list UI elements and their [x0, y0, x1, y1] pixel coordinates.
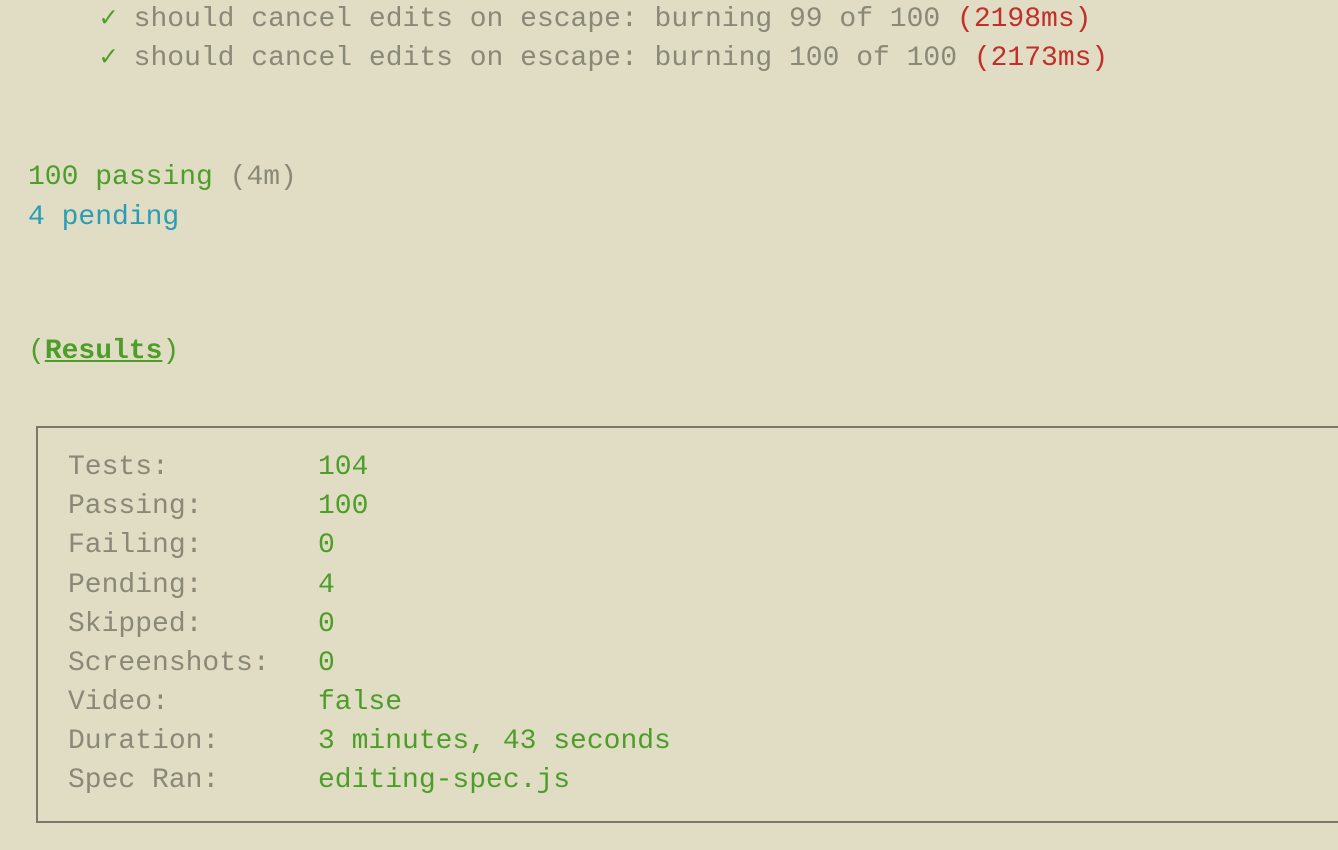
result-value: 0: [318, 526, 335, 565]
result-label: Video:: [68, 683, 318, 722]
result-value: 104: [318, 448, 368, 487]
result-label: Passing:: [68, 487, 318, 526]
open-paren: (: [28, 336, 45, 367]
result-label: Screenshots:: [68, 644, 318, 683]
result-row-skipped: Skipped: 0: [68, 605, 1308, 644]
result-label: Tests:: [68, 448, 318, 487]
result-value: 3 minutes, 43 seconds: [318, 722, 671, 761]
test-description: should cancel edits on escape: burning 9…: [134, 4, 957, 35]
result-row-pending: Pending: 4: [68, 566, 1308, 605]
result-row-spec: Spec Ran: editing-spec.js: [68, 761, 1308, 800]
test-description: should cancel edits on escape: burning 1…: [134, 43, 974, 74]
result-label: Spec Ran:: [68, 761, 318, 800]
results-table: Tests: 104 Passing: 100 Failing: 0 Pendi…: [36, 426, 1338, 823]
result-label: Skipped:: [68, 605, 318, 644]
result-value: 100: [318, 487, 368, 526]
test-summary: 100 passing (4m) 4 pending: [28, 158, 1338, 236]
results-label: Results: [45, 336, 163, 367]
results-section-header: (Results): [28, 332, 1338, 371]
test-duration: (2198ms): [957, 4, 1091, 35]
result-row-tests: Tests: 104: [68, 448, 1308, 487]
result-row-screenshots: Screenshots: 0: [68, 644, 1308, 683]
result-row-video: Video: false: [68, 683, 1308, 722]
passing-summary: 100 passing: [28, 162, 213, 193]
result-value: false: [318, 683, 402, 722]
test-result-line: ✓ should cancel edits on escape: burning…: [100, 0, 1338, 39]
result-value: 0: [318, 605, 335, 644]
checkmark-icon: ✓: [100, 4, 117, 35]
close-paren: ): [162, 336, 179, 367]
result-value: 0: [318, 644, 335, 683]
result-label: Failing:: [68, 526, 318, 565]
result-value: 4: [318, 566, 335, 605]
pending-summary: 4 pending: [28, 202, 179, 233]
result-row-failing: Failing: 0: [68, 526, 1308, 565]
result-label: Pending:: [68, 566, 318, 605]
result-label: Duration:: [68, 722, 318, 761]
result-row-passing: Passing: 100: [68, 487, 1308, 526]
checkmark-icon: ✓: [100, 43, 117, 74]
result-row-duration: Duration: 3 minutes, 43 seconds: [68, 722, 1308, 761]
test-result-line: ✓ should cancel edits on escape: burning…: [100, 39, 1338, 78]
result-value: editing-spec.js: [318, 761, 570, 800]
total-time: (4m): [213, 162, 297, 193]
test-duration: (2173ms): [974, 43, 1108, 74]
